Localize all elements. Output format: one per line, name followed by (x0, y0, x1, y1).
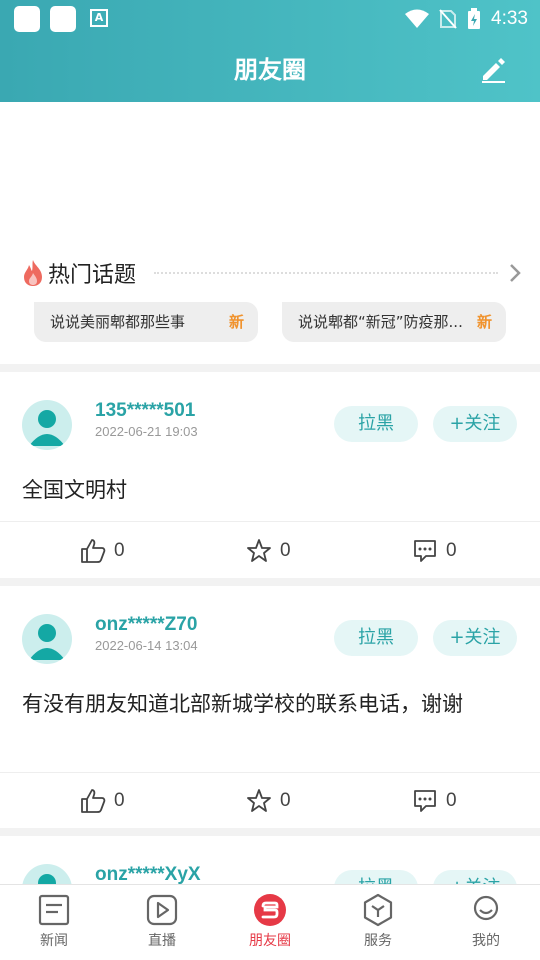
status-time: 4:33 (491, 8, 528, 29)
hot-topics-title: 热门话题 (48, 263, 137, 288)
like-count: 0 (114, 790, 125, 811)
post-separator (0, 772, 540, 773)
notification-icon (50, 6, 76, 32)
profile-icon (473, 895, 499, 921)
status-bar-right: 4:33 (405, 7, 528, 31)
comment-count: 0 (446, 790, 457, 811)
hot-topic-text: 说说美丽郫都那些事 (50, 313, 186, 331)
follow-button[interactable]: +关注 (433, 406, 517, 442)
nav-label: 新闻 (40, 933, 68, 949)
battery-icon (468, 8, 481, 29)
like-count: 0 (114, 540, 125, 561)
nav-item-news[interactable]: 新闻 (0, 893, 108, 950)
star-icon (247, 539, 271, 562)
service-icon (363, 893, 393, 927)
live-icon (146, 894, 178, 926)
app-header: A 4:33 朋友圈 (0, 0, 540, 102)
keyboard-icon: A (90, 9, 108, 27)
section-divider (0, 828, 540, 836)
nav-label: 服务 (364, 933, 392, 949)
nav-item-moments[interactable]: 朋友圈 (216, 893, 324, 950)
user-icon (29, 410, 65, 446)
like-button[interactable]: 0 (80, 786, 125, 816)
moments-icon (254, 894, 286, 926)
new-badge: 新 (476, 313, 492, 331)
notification-icon (14, 6, 40, 32)
comment-icon (414, 790, 436, 812)
avatar[interactable] (22, 614, 72, 664)
favorite-button[interactable]: 0 (246, 786, 291, 816)
favorite-button[interactable]: 0 (246, 536, 291, 566)
comment-button[interactable]: 0 (412, 536, 457, 566)
comment-icon (414, 540, 436, 562)
thumbs-up-icon (81, 789, 106, 813)
chevron-right-icon[interactable] (508, 263, 522, 283)
hot-topic-chip[interactable]: 说说美丽郫都那些事 新 (34, 302, 258, 342)
favorite-count: 0 (280, 540, 291, 561)
page-title: 朋友圈 (234, 56, 306, 84)
favorite-count: 0 (280, 790, 291, 811)
post-card: onz*****Z70 2022-06-14 13:04 拉黑 +关注 有没有朋… (0, 586, 540, 828)
section-divider (0, 364, 540, 372)
post-date: 2022-06-14 13:04 (95, 638, 198, 653)
nav-item-service[interactable]: 服务 (324, 893, 432, 950)
flame-icon (24, 260, 42, 286)
post-card: onz*****XyX 拉黑 +关注 (0, 836, 540, 884)
comment-button[interactable]: 0 (412, 786, 457, 816)
user-icon (29, 624, 65, 660)
follow-button[interactable]: +关注 (433, 870, 517, 884)
nav-label: 我的 (472, 933, 500, 949)
status-bar: A 4:33 (0, 0, 540, 36)
post-username[interactable]: 135*****501 (95, 400, 195, 422)
user-icon (38, 874, 56, 884)
post-separator (0, 521, 540, 522)
edit-icon[interactable] (478, 54, 508, 84)
post-content: 有没有朋友知道北部新城学校的联系电话，谢谢 (22, 692, 463, 716)
thumbs-up-icon (81, 539, 106, 563)
like-button[interactable]: 0 (80, 536, 125, 566)
nav-item-profile[interactable]: 我的 (432, 893, 540, 950)
block-button[interactable]: 拉黑 (334, 870, 418, 884)
news-icon (38, 894, 70, 926)
post-date: 2022-06-21 19:03 (95, 424, 198, 439)
hot-topics-header[interactable]: 热门话题 (22, 255, 522, 291)
avatar[interactable] (22, 864, 72, 884)
avatar[interactable] (22, 400, 72, 450)
no-sim-icon (439, 9, 457, 29)
hot-topic-text: 说说郫都“新冠”防疫那... (298, 313, 463, 331)
comment-count: 0 (446, 540, 457, 561)
nav-label: 朋友圈 (249, 933, 291, 949)
post-username[interactable]: onz*****Z70 (95, 614, 197, 636)
star-icon (247, 789, 271, 812)
wifi-icon (405, 9, 430, 28)
block-button[interactable]: 拉黑 (334, 406, 418, 442)
hot-topic-chip[interactable]: 说说郫都“新冠”防疫那... 新 (282, 302, 506, 342)
block-button[interactable]: 拉黑 (334, 620, 418, 656)
bottom-nav: 新闻 直播 朋友圈 服务 我的 (0, 884, 540, 960)
post-card: 135*****501 2022-06-21 19:03 拉黑 +关注 全国文明… (0, 372, 540, 578)
post-content: 全国文明村 (22, 478, 127, 502)
new-badge: 新 (228, 313, 244, 331)
follow-button[interactable]: +关注 (433, 620, 517, 656)
section-divider (0, 578, 540, 586)
dotted-divider (154, 272, 498, 274)
nav-item-live[interactable]: 直播 (108, 893, 216, 950)
post-username[interactable]: onz*****XyX (95, 864, 201, 884)
nav-label: 直播 (148, 933, 176, 949)
